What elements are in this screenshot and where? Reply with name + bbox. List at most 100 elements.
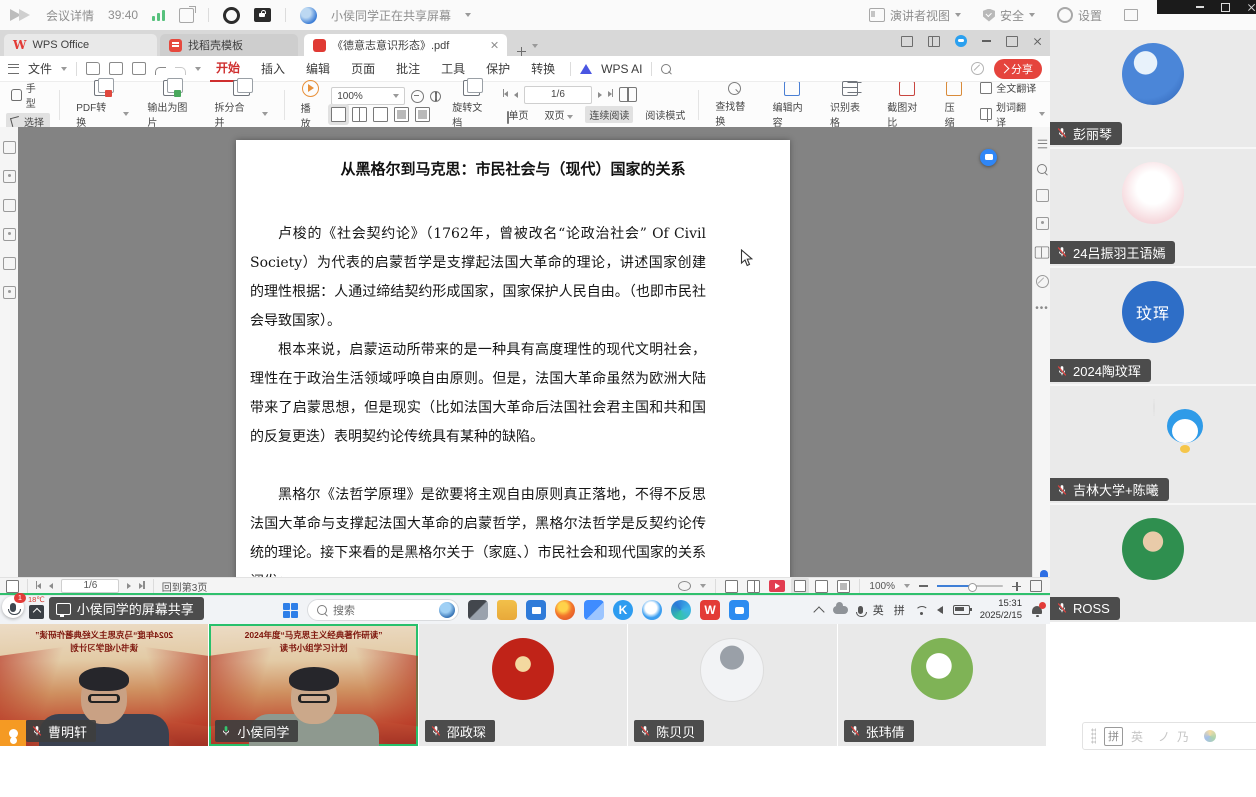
- bookmark-icon[interactable]: [3, 141, 16, 154]
- more-icon[interactable]: •••: [1035, 303, 1049, 314]
- participant-tile[interactable]: ROSS: [1050, 505, 1256, 622]
- file-explorer-icon[interactable]: [497, 600, 517, 620]
- video-tile[interactable]: 陈贝贝: [628, 624, 836, 746]
- rotate-doc-button[interactable]: 旋转文档: [445, 80, 498, 129]
- split-merge-button[interactable]: 拆分合并: [207, 80, 274, 129]
- share-button[interactable]: 分享: [994, 59, 1042, 79]
- next-page-icon[interactable]: [127, 583, 131, 589]
- share-lock-icon[interactable]: [254, 8, 271, 22]
- taskbar-clock[interactable]: 15:31 2025/2/15: [980, 598, 1022, 622]
- wps-close-icon[interactable]: [1033, 37, 1042, 46]
- find-replace-button[interactable]: 查找替换: [708, 82, 761, 128]
- popout-icon[interactable]: [179, 8, 194, 23]
- fit-width-icon[interactable]: [815, 580, 828, 593]
- battery-icon[interactable]: [953, 605, 970, 615]
- fit-height-icon[interactable]: [373, 107, 388, 122]
- settings-button[interactable]: 设置: [1057, 7, 1102, 24]
- next-page-icon[interactable]: [598, 92, 602, 98]
- edit-content-button[interactable]: 编辑内容: [766, 81, 819, 129]
- statusbar-page-indicator[interactable]: 1/6: [61, 579, 119, 593]
- menu-tools[interactable]: 工具: [435, 57, 471, 81]
- chevron-down-icon[interactable]: [700, 584, 706, 588]
- info-icon[interactable]: [1036, 275, 1049, 288]
- kugou-icon[interactable]: K: [613, 600, 633, 620]
- tab-document[interactable]: 《德意志意识形态》.pdf: [304, 34, 507, 56]
- chevron-down-icon[interactable]: [61, 67, 67, 71]
- fit-width-icon[interactable]: [352, 107, 367, 122]
- fit-page-icon[interactable]: [837, 580, 850, 593]
- tencent-meeting-icon[interactable]: [729, 600, 749, 620]
- zoom-slider[interactable]: [937, 585, 1003, 587]
- pdf-convert-button[interactable]: PDF转换: [69, 80, 136, 129]
- fit-window-icon[interactable]: [794, 580, 806, 592]
- menu-page[interactable]: 页面: [345, 57, 381, 81]
- zoom-level[interactable]: 100%: [869, 581, 895, 592]
- minimize-icon[interactable]: [1196, 6, 1204, 8]
- cloud-sync-icon[interactable]: [955, 35, 967, 47]
- widgets-icon[interactable]: [584, 600, 604, 620]
- ime-menu-icon[interactable]: [1204, 730, 1216, 742]
- tab-close-icon[interactable]: [490, 41, 498, 49]
- tray-mic-icon[interactable]: [858, 606, 863, 614]
- thumbnail-panel-icon[interactable]: [6, 580, 19, 593]
- wifi-icon[interactable]: [915, 606, 927, 615]
- menu-annotate[interactable]: 批注: [390, 57, 426, 81]
- ime-pinyin-button[interactable]: 拼: [1104, 727, 1123, 746]
- pen-icon[interactable]: [3, 257, 16, 270]
- chevron-down-icon[interactable]: [904, 584, 910, 588]
- zoom-select[interactable]: 100%: [331, 87, 405, 105]
- zoom-in-icon[interactable]: [1012, 582, 1021, 591]
- translate-word-button[interactable]: 划词翻译: [975, 98, 1050, 130]
- lang-en-indicator[interactable]: 英: [873, 602, 884, 618]
- start-button[interactable]: [283, 603, 298, 618]
- record-icon[interactable]: [223, 7, 240, 24]
- double-page-button[interactable]: 双页: [541, 106, 578, 123]
- edge-icon[interactable]: [671, 600, 691, 620]
- double-page-view-icon[interactable]: [747, 580, 760, 593]
- continuous-read-button[interactable]: 连续阅读: [585, 106, 633, 123]
- undo-icon[interactable]: [155, 67, 166, 75]
- play-button[interactable]: 播放: [294, 80, 328, 130]
- eye-protect-icon[interactable]: [971, 62, 984, 75]
- first-page-icon[interactable]: [503, 89, 508, 100]
- rotate-left-icon[interactable]: [394, 107, 409, 122]
- chevron-down-icon[interactable]: [465, 13, 471, 17]
- tab-docer[interactable]: 找稻壳模板: [160, 34, 298, 56]
- split-icon[interactable]: [928, 36, 940, 47]
- menu-convert[interactable]: 转换: [525, 57, 561, 81]
- wps-minimize-icon[interactable]: [982, 40, 991, 41]
- speaker-icon[interactable]: [937, 606, 943, 614]
- search-icon[interactable]: [661, 64, 671, 74]
- hamburger-icon[interactable]: [8, 64, 19, 74]
- microsoft-store-icon[interactable]: [526, 600, 546, 620]
- document-page[interactable]: 从黑格尔到马克思：市民社会与（现代）国家的关系 卢梭的《社会契约论》（1762年…: [236, 140, 790, 577]
- prev-page-icon[interactable]: [514, 92, 518, 98]
- compress-button[interactable]: 压缩: [938, 81, 972, 129]
- menu-protect[interactable]: 保护: [480, 57, 516, 81]
- menu-edit[interactable]: 编辑: [300, 57, 336, 81]
- ime-english-label[interactable]: 英: [1131, 728, 1150, 745]
- back-to-page-link[interactable]: 回到第3页: [162, 579, 208, 594]
- taskbar-search[interactable]: 搜索: [307, 599, 459, 621]
- cloud-icon[interactable]: [833, 606, 848, 614]
- share-status-badge[interactable]: 小侯同学的屏幕共享: [49, 597, 204, 620]
- layers-icon[interactable]: [3, 286, 16, 299]
- magnifier-icon[interactable]: [1037, 164, 1047, 174]
- comment-icon[interactable]: [3, 199, 16, 212]
- fit-page-icon[interactable]: [331, 107, 346, 122]
- last-page-icon[interactable]: [139, 581, 144, 592]
- ime-toolbar[interactable]: 拼 英 ノ乃: [1082, 722, 1256, 750]
- expand-up-icon[interactable]: [29, 605, 44, 619]
- tab-wps-home[interactable]: W WPS Office: [4, 34, 157, 56]
- presentation-play-button[interactable]: [769, 580, 785, 592]
- page-indicator-input[interactable]: 1/6: [524, 86, 592, 104]
- single-page-button[interactable]: 单页: [503, 106, 533, 124]
- firefox-icon[interactable]: [555, 600, 575, 620]
- outline-icon[interactable]: [1037, 140, 1046, 149]
- print-icon[interactable]: [132, 62, 146, 75]
- video-tile-active-speaker[interactable]: 2024年度“马克思主义经典著作研读” 读书小组学习计划 小侯同学: [209, 624, 417, 746]
- chevron-down-icon[interactable]: [532, 44, 538, 48]
- close-icon[interactable]: [1247, 3, 1256, 12]
- screenshot-compare-button[interactable]: 截图对比: [880, 81, 933, 129]
- chevron-down-icon[interactable]: [195, 67, 201, 71]
